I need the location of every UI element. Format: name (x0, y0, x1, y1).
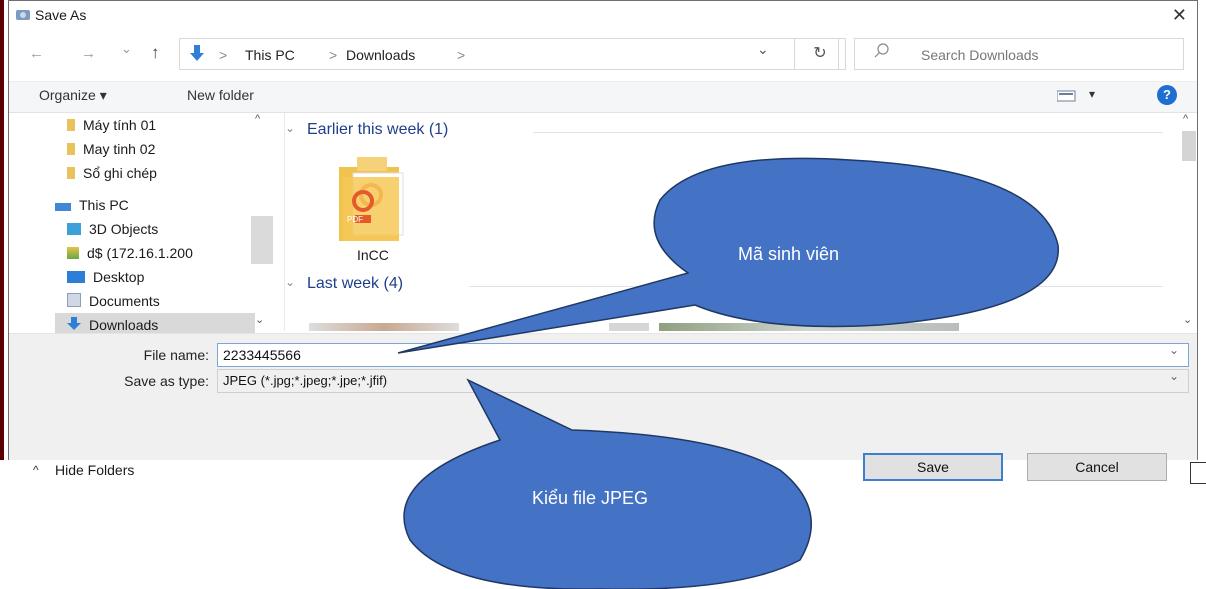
callout-file-type (403, 378, 812, 589)
callout-file-type-text: Kiểu file JPEG (532, 488, 649, 508)
callout-student-id-text: Mã sinh viên (738, 244, 840, 264)
callout-bubble (397, 157, 1059, 354)
callout-student-id (397, 157, 1059, 354)
callout-bubble (403, 378, 812, 589)
